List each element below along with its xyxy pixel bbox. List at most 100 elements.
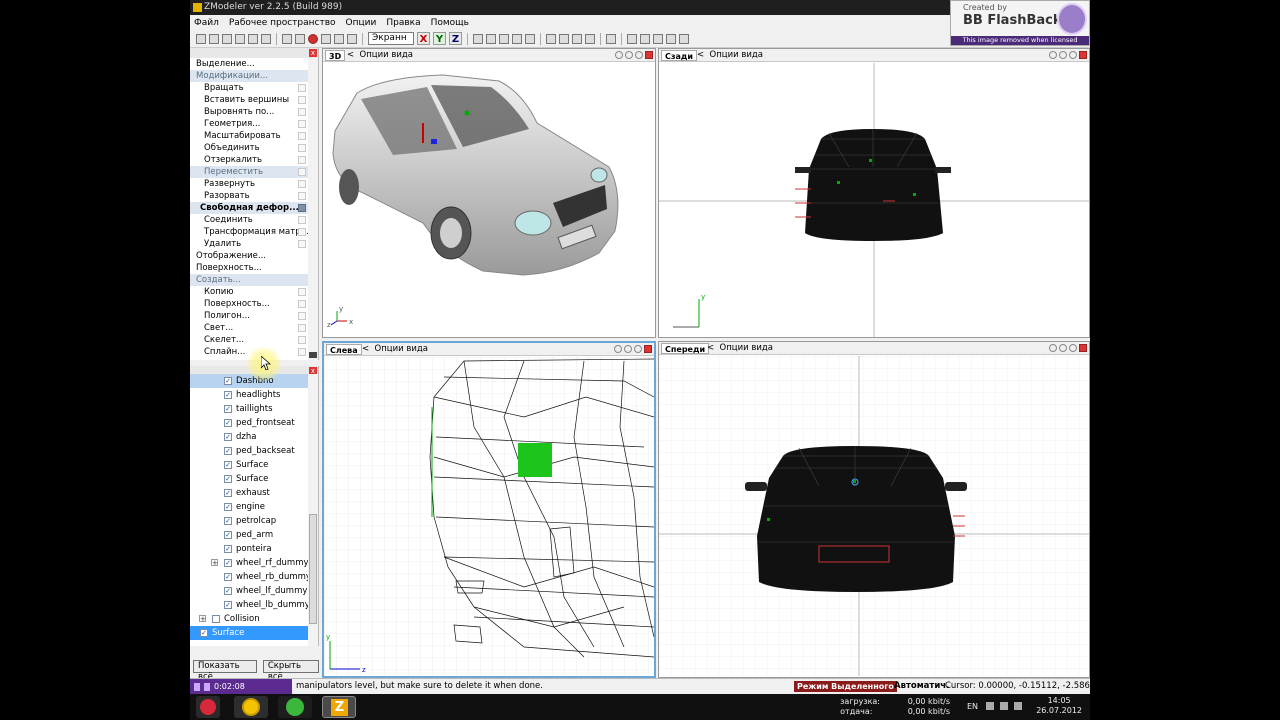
show-all-button[interactable]: Показать всё [193, 660, 257, 682]
visibility-checkbox[interactable]: ✓ [224, 517, 232, 525]
command-option-checkbox[interactable] [298, 96, 306, 104]
command-item[interactable]: Объединить [190, 142, 318, 154]
close-icon[interactable]: x [309, 49, 317, 57]
close-icon[interactable] [644, 345, 652, 353]
command-item[interactable]: Поверхность... [190, 262, 318, 274]
command-option-checkbox[interactable] [298, 84, 306, 92]
bone-icon[interactable] [666, 33, 676, 44]
tree-node[interactable]: ✓ dzha [190, 430, 318, 444]
viewport-name[interactable]: 3D [325, 50, 346, 61]
visibility-checkbox[interactable]: ✓ [224, 447, 232, 455]
expand-icon[interactable]: + [199, 615, 206, 623]
command-option-checkbox[interactable] [298, 120, 306, 128]
menu-file[interactable]: Файл [194, 18, 219, 28]
command-item[interactable]: Отображение... [190, 250, 318, 262]
redo-icon[interactable] [334, 33, 344, 44]
command-item[interactable]: Копию [190, 286, 318, 298]
tree-node[interactable]: ✓ ped_frontseat [190, 416, 318, 430]
visibility-checkbox[interactable]: ✓ [224, 587, 232, 595]
zoom-icon[interactable] [1049, 51, 1057, 59]
gear-icon[interactable] [1059, 344, 1067, 352]
box-icon[interactable] [499, 33, 509, 44]
rotate-icon[interactable] [1069, 51, 1077, 59]
visibility-checkbox[interactable]: ✓ [224, 545, 232, 553]
command-scrollbar[interactable] [308, 58, 318, 360]
tree-node[interactable]: ✓ wheel_lf_dummy [190, 584, 318, 598]
command-option-checkbox[interactable] [298, 228, 306, 236]
visibility-checkbox[interactable]: ✓ [224, 461, 232, 469]
tree-node[interactable]: + ✓ wheel_rf_dummy [190, 556, 318, 570]
tree-node[interactable]: ✓ headlights [190, 388, 318, 402]
command-item[interactable]: Полигон... [190, 310, 318, 322]
undo-icon[interactable] [321, 33, 331, 44]
view-options-menu[interactable]: < Опции вида [707, 342, 773, 355]
menu-edit[interactable]: Правка [386, 18, 420, 28]
export-icon[interactable] [261, 33, 271, 44]
command-option-checkbox[interactable] [298, 216, 306, 224]
scroll-down-icon[interactable] [309, 352, 317, 358]
coordinate-space-select[interactable]: Экранн [368, 32, 414, 45]
clock[interactable]: 14:05 26.07.2012 [1036, 696, 1082, 716]
recorder-widget[interactable]: 0:02:08 [190, 679, 292, 694]
viewport-front[interactable]: Спереди < Опции вида [658, 341, 1090, 678]
bone-icon[interactable] [653, 33, 663, 44]
expand-icon[interactable]: + [211, 559, 218, 567]
command-item[interactable]: Свободная дефор... [190, 202, 318, 214]
tree-node[interactable]: ✓ taillights [190, 402, 318, 416]
visibility-checkbox[interactable]: ✓ [224, 405, 232, 413]
view-options-menu[interactable]: < Опции вида [347, 49, 413, 62]
command-item[interactable]: Выровнять по... [190, 106, 318, 118]
tree-node[interactable]: ✓ petrolcap [190, 514, 318, 528]
selection-mode-badge[interactable]: Режим Выделенного [794, 681, 897, 692]
tree-node[interactable]: + Collision [190, 612, 318, 626]
viewport-3d[interactable]: 3D < Опции вида z x y [322, 48, 656, 338]
command-item[interactable]: Вставить вершины [190, 94, 318, 106]
select-tool-icon[interactable] [473, 33, 483, 44]
visibility-checkbox[interactable]: ✓ [200, 629, 208, 637]
axis-icon[interactable] [585, 33, 595, 44]
command-option-checkbox[interactable] [298, 300, 306, 308]
volume-icon[interactable] [1014, 702, 1022, 710]
close-icon[interactable] [645, 51, 653, 59]
command-option-checkbox[interactable] [298, 312, 306, 320]
command-item[interactable]: Отзеркалить [190, 154, 318, 166]
command-item[interactable]: Развернуть [190, 178, 318, 190]
tree-node[interactable]: ✓ ped_arm [190, 528, 318, 542]
visibility-checkbox[interactable]: ✓ [224, 377, 232, 385]
visibility-checkbox[interactable]: ✓ [224, 433, 232, 441]
import-icon[interactable] [248, 33, 258, 44]
show-hidden-icon[interactable] [986, 702, 994, 710]
visibility-checkbox[interactable]: ✓ [224, 531, 232, 539]
gear-icon[interactable] [1059, 51, 1067, 59]
command-option-checkbox[interactable] [298, 132, 306, 140]
view-options-menu[interactable]: < Опции вида [362, 343, 428, 356]
hide-all-button[interactable]: Скрыть всё [262, 660, 319, 682]
network-icon[interactable] [1000, 702, 1008, 710]
pointer-icon[interactable] [606, 33, 616, 44]
viewport-name[interactable]: Сзади [661, 50, 697, 61]
close-icon[interactable] [1079, 51, 1087, 59]
command-item[interactable]: Разорвать [190, 190, 318, 202]
command-option-checkbox[interactable] [298, 108, 306, 116]
box-icon[interactable] [486, 33, 496, 44]
tree-node[interactable]: ✓ wheel_lb_dummy [190, 598, 318, 612]
stop-icon[interactable] [204, 682, 210, 691]
axis-icon[interactable] [572, 33, 582, 44]
zoom-icon[interactable] [615, 51, 623, 59]
visibility-checkbox[interactable]: ✓ [224, 559, 232, 567]
visibility-checkbox[interactable]: ✓ [224, 419, 232, 427]
command-item[interactable]: Соединить [190, 214, 318, 226]
command-option-checkbox[interactable] [298, 156, 306, 164]
command-item[interactable]: Создать... [190, 274, 318, 286]
command-item[interactable]: Переместить [190, 166, 318, 178]
dropdown-icon[interactable] [679, 33, 689, 44]
gear-icon[interactable] [624, 345, 632, 353]
zoom-icon[interactable] [614, 345, 622, 353]
command-option-checkbox[interactable] [298, 144, 306, 152]
command-option-checkbox[interactable] [298, 192, 306, 200]
visibility-checkbox[interactable]: ✓ [224, 601, 232, 609]
bone-icon[interactable] [640, 33, 650, 44]
scroll-thumb[interactable] [309, 514, 317, 624]
visibility-checkbox[interactable] [212, 615, 220, 623]
new-file-icon[interactable] [196, 33, 206, 44]
